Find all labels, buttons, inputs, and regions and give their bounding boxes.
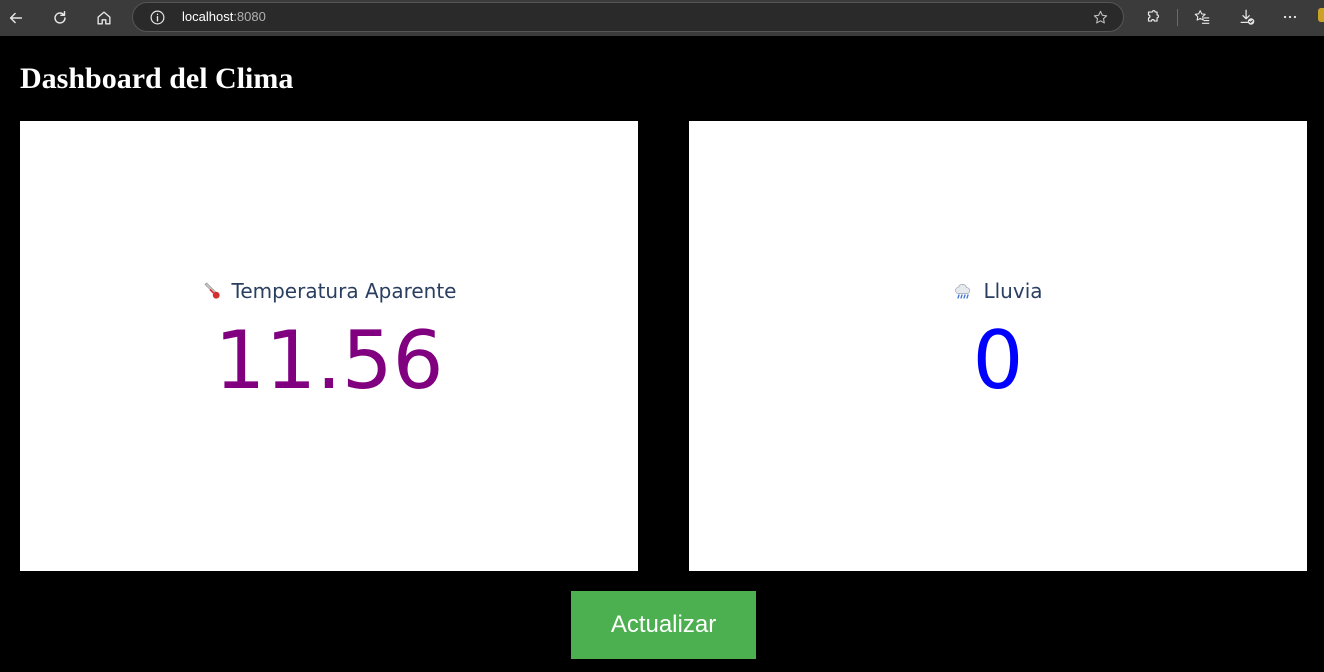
reload-icon	[54, 10, 66, 24]
rain-label: Lluvia	[689, 279, 1307, 303]
rain-card: Lluvia 0	[689, 121, 1307, 571]
reload-button[interactable]	[46, 4, 74, 32]
favorites-list-icon	[1194, 10, 1210, 24]
thermometer-icon	[204, 282, 220, 299]
back-arrow-icon	[9, 12, 23, 24]
home-button[interactable]	[90, 4, 118, 32]
browser-toolbar: localhost:8080	[0, 0, 1324, 36]
address-bar[interactable]: localhost:8080	[132, 2, 1124, 32]
temperature-value: 11.56	[214, 314, 444, 407]
puzzle-icon	[1147, 10, 1160, 22]
page-title: Dashboard del Clima	[20, 62, 294, 95]
downloads-button[interactable]	[1236, 6, 1258, 28]
url-text[interactable]: localhost:8080	[182, 9, 266, 24]
url-host: localhost	[182, 9, 234, 24]
rain-value: 0	[972, 314, 1024, 407]
temperature-label-text: Temperatura Aparente	[231, 279, 457, 303]
back-button[interactable]	[2, 4, 30, 32]
home-icon	[97, 11, 111, 25]
favorite-star-icon[interactable]	[1092, 9, 1109, 26]
temperature-label: Temperatura Aparente	[20, 279, 638, 303]
toolbar-divider	[1177, 9, 1178, 26]
rain-cloud-icon	[955, 284, 971, 299]
temperature-card: Temperatura Aparente 11.56	[20, 121, 638, 571]
update-button[interactable]: Actualizar	[571, 591, 756, 659]
ellipsis-icon	[1283, 15, 1297, 19]
extensions-button[interactable]	[1142, 6, 1164, 28]
more-options-button[interactable]	[1279, 6, 1301, 28]
url-port: :8080	[233, 9, 266, 24]
download-icon	[1240, 9, 1255, 25]
profile-avatar-edge[interactable]	[1318, 8, 1324, 22]
rain-label-text: Lluvia	[983, 279, 1043, 303]
favorites-button[interactable]	[1191, 6, 1213, 28]
site-info-icon[interactable]	[149, 9, 166, 26]
